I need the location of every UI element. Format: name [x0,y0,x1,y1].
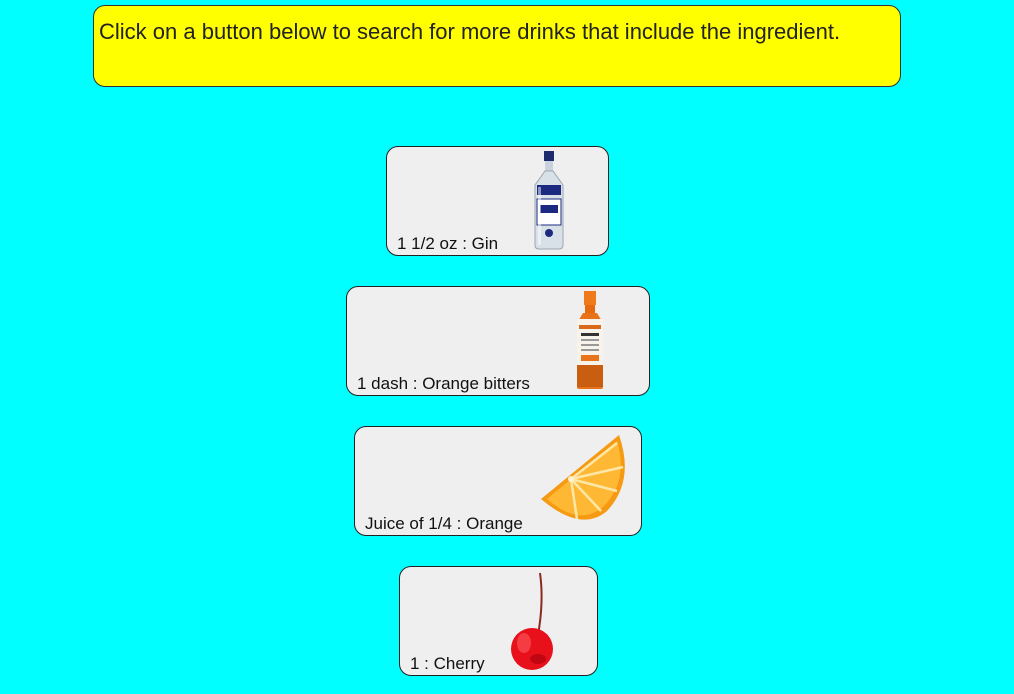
ingredient-button-orange-bitters[interactable]: 1 dash : Orange bitters [346,286,650,396]
ingredient-button-gin[interactable]: 1 1/2 oz : Gin [386,146,609,256]
orange-slice-icon [541,435,625,520]
instruction-text: Click on a button below to search for mo… [99,19,841,44]
gin-bottle-icon [534,151,564,250]
ingredient-button-cherry[interactable]: 1 : Cherry [399,566,598,676]
ingredient-label: 1 dash : Orange bitters [357,374,530,393]
orange-bitters-bottle-icon [577,291,603,389]
cherry-icon [511,572,553,670]
instruction-banner: Click on a button below to search for mo… [93,5,901,87]
ingredient-label: 1 : Cherry [410,654,485,673]
ingredient-button-orange[interactable]: Juice of 1/4 : Orange [354,426,642,536]
ingredient-label: Juice of 1/4 : Orange [365,514,523,533]
ingredient-label: 1 1/2 oz : Gin [397,234,499,253]
